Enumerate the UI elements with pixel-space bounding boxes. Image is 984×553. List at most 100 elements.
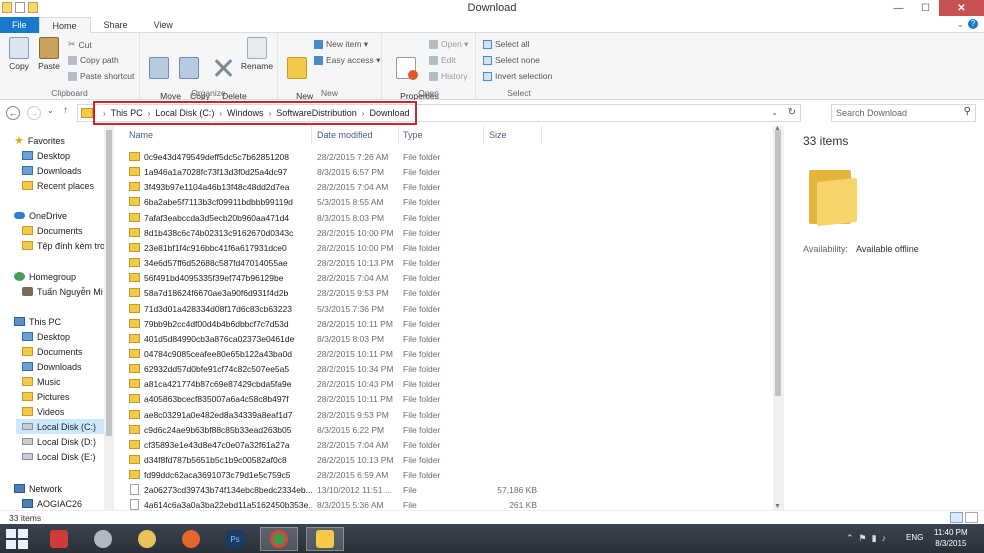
network-icon[interactable]: ▮	[872, 533, 877, 544]
file-row[interactable]: 79bb9b2cc4df00d4b4b6dbbcf7c7d53d 28/2/201…	[115, 316, 775, 331]
file-row[interactable]: 8d1b438c6c74b02313c9162670d0343c 28/2/201…	[115, 225, 775, 240]
select-all-button[interactable]: Select all	[483, 39, 530, 49]
nav-item[interactable]: Desktop	[22, 148, 114, 163]
history-button[interactable]: History	[429, 71, 467, 81]
copy-path-button[interactable]: Copy path	[68, 55, 119, 65]
nav-item[interactable]: Local Disk (E:)	[22, 449, 114, 464]
file-row[interactable]: 2a06273cd39743b74f134ebc8bedc2334eb... 13…	[115, 482, 775, 497]
minimize-button[interactable]: —	[885, 0, 912, 16]
nav-scrollbar[interactable]	[104, 126, 114, 510]
nav-item[interactable]: Videos	[22, 404, 114, 419]
app-icon[interactable]	[40, 527, 78, 551]
file-row[interactable]: 1a946a1a7028fc73f13d3f0d25a4dc97 8/3/2015…	[115, 164, 775, 179]
tab-share[interactable]: Share	[91, 17, 141, 33]
nav-network[interactable]: Network	[14, 481, 114, 496]
flag-icon[interactable]: ⚑	[859, 533, 867, 544]
nav-item[interactable]: Desktop	[22, 329, 114, 344]
file-row[interactable]: 401d5d84990cb3a876ca02373e0461de 8/3/2015…	[115, 331, 775, 346]
nav-item[interactable]: Tệp đính kèm tro	[22, 238, 114, 253]
nav-item[interactable]: Documents	[22, 223, 114, 238]
file-explorer-icon[interactable]	[306, 527, 344, 551]
rename-button[interactable]: Rename	[240, 37, 274, 71]
file-row[interactable]: 04784c9085ceafee80e65b122a43ba0d 28/2/201…	[115, 346, 775, 361]
column-name[interactable]: Name	[129, 130, 153, 140]
file-row[interactable]: cf35893e1e43d8e47c0e07a32f61a27a 28/2/201…	[115, 437, 775, 452]
nav-item[interactable]: Pictures	[22, 389, 114, 404]
paste-shortcut-button[interactable]: Paste shortcut	[68, 71, 134, 81]
column-date[interactable]: Date modified	[317, 130, 373, 140]
column-type[interactable]: Type	[403, 130, 423, 140]
chevron-down-icon[interactable]: ⌄	[956, 19, 964, 30]
column-size[interactable]: Size	[489, 130, 507, 140]
recent-locations-chevron-icon[interactable]: ⌄	[47, 106, 54, 115]
app-icon[interactable]	[84, 527, 122, 551]
select-none-button[interactable]: Select none	[483, 55, 540, 65]
close-button[interactable]: ✕	[939, 0, 984, 16]
chrome-icon[interactable]	[260, 527, 298, 551]
details-view-icon[interactable]	[950, 512, 963, 523]
column-divider[interactable]	[311, 126, 312, 144]
file-row[interactable]: 56f491bd4095335f39ef747b96129be 28/2/2015…	[115, 270, 775, 285]
file-row[interactable]: 6ba2abe5f7113b3cf09911bdbbb99119d 5/3/201…	[115, 194, 775, 209]
column-divider[interactable]	[541, 126, 542, 144]
nav-item[interactable]: Music	[22, 374, 114, 389]
invert-selection-button[interactable]: Invert selection	[483, 71, 552, 81]
nav-this-pc[interactable]: This PC	[14, 314, 114, 329]
nav-item[interactable]: Recent places	[22, 178, 114, 193]
nav-onedrive[interactable]: OneDrive	[14, 208, 114, 223]
nav-item[interactable]: Downloads	[22, 359, 114, 374]
file-list-scrollbar[interactable]: ▲ ▼	[773, 125, 783, 510]
file-row[interactable]: fd99ddc62aca3691073c79d1e5c759c5 28/2/201…	[115, 467, 775, 482]
forward-button[interactable]: →	[27, 106, 41, 120]
file-row[interactable]: 0c9e43d479549deff5dc5c7b62851208 28/2/201…	[115, 149, 775, 164]
volume-icon[interactable]: ♪	[882, 533, 887, 544]
up-button[interactable]: ↑	[63, 105, 68, 116]
file-row[interactable]: ae8c03291a0e482ed8a34339a8eaf1d7 28/2/201…	[115, 407, 775, 422]
column-divider[interactable]	[483, 126, 484, 144]
file-row[interactable]: 71d3d01a428334d08f17d6c83cb63223 5/3/2015…	[115, 301, 775, 316]
nav-item[interactable]: Local Disk (D:)	[22, 434, 114, 449]
nav-item-selected[interactable]: Local Disk (C:)	[16, 419, 104, 434]
back-button[interactable]: ←	[6, 106, 20, 120]
start-button[interactable]	[6, 529, 28, 549]
new-item-button[interactable]: New item ▾	[314, 39, 368, 50]
file-row[interactable]: 4a614c6a3a0a3ba22ebd11a5162450b353e... 8/…	[115, 497, 775, 510]
chevron-up-icon[interactable]: ⌃	[846, 533, 854, 544]
tab-file[interactable]: File	[0, 17, 39, 33]
file-row[interactable]: 23e81bf1f4c916bbc41f6a617931dce0 28/2/201…	[115, 240, 775, 255]
nav-homegroup[interactable]: Homegroup	[14, 269, 114, 284]
nav-item[interactable]: Tuấn Nguyễn Mi	[22, 284, 114, 299]
clock[interactable]: 11:40 PM 8/3/2015	[934, 527, 968, 549]
paint-icon[interactable]	[128, 527, 166, 551]
nav-item[interactable]: Documents	[22, 344, 114, 359]
scroll-thumb[interactable]	[775, 130, 781, 396]
nav-item[interactable]: Downloads	[22, 163, 114, 178]
file-row[interactable]: 58a7d18624f6670ae3a90f6d931f4d2b 28/2/201…	[115, 285, 775, 300]
firefox-icon[interactable]	[172, 527, 210, 551]
nav-item[interactable]: AOGIAC26	[22, 496, 114, 510]
help-icon[interactable]: ?	[968, 19, 978, 29]
edit-button[interactable]: Edit	[429, 55, 456, 65]
file-row[interactable]: d34f8fd787b5651b5c1b9c00582af0c8 28/2/201…	[115, 452, 775, 467]
address-dropdown-icon[interactable]: ⌄	[771, 108, 778, 117]
tab-view[interactable]: View	[141, 17, 186, 33]
file-row[interactable]: a81ca421774b87c69e87429cbda5fa9e 28/2/201…	[115, 376, 775, 391]
file-row[interactable]: c9d6c24ae9b63bf88c85b33ead263b05 8/3/2015…	[115, 422, 775, 437]
file-row[interactable]: 34e6d57ff6d52688c587fd47014055ae 28/2/201…	[115, 255, 775, 270]
file-row[interactable]: 3f493b97e1104a46b13f48c48dd2d7ea 28/2/201…	[115, 179, 775, 194]
file-row[interactable]: 62932dd57d0bfe91cf74c82c507ee5a5 28/2/201…	[115, 361, 775, 376]
scroll-thumb[interactable]	[106, 130, 112, 436]
refresh-icon[interactable]: ↻	[788, 107, 796, 118]
file-row[interactable]: 7afaf3eabccda3d5ecb20b960aa471d4 8/3/2015…	[115, 210, 775, 225]
large-icons-view-icon[interactable]	[965, 512, 978, 523]
photoshop-icon[interactable]: Ps	[216, 527, 254, 551]
nav-favorites[interactable]: ★ Favorites	[14, 133, 114, 148]
scroll-down-icon[interactable]: ▼	[774, 503, 781, 510]
cut-button[interactable]: ✂ Cut	[68, 39, 92, 50]
easy-access-button[interactable]: Easy access ▾	[314, 55, 380, 66]
open-button[interactable]: Open ▾	[429, 39, 468, 50]
tab-home[interactable]: Home	[38, 17, 91, 33]
file-row[interactable]: a405863bcecf835007a6a4c58c8b497f 28/2/201…	[115, 391, 775, 406]
column-divider[interactable]	[398, 126, 399, 144]
copy-button[interactable]: Copy	[6, 37, 32, 71]
